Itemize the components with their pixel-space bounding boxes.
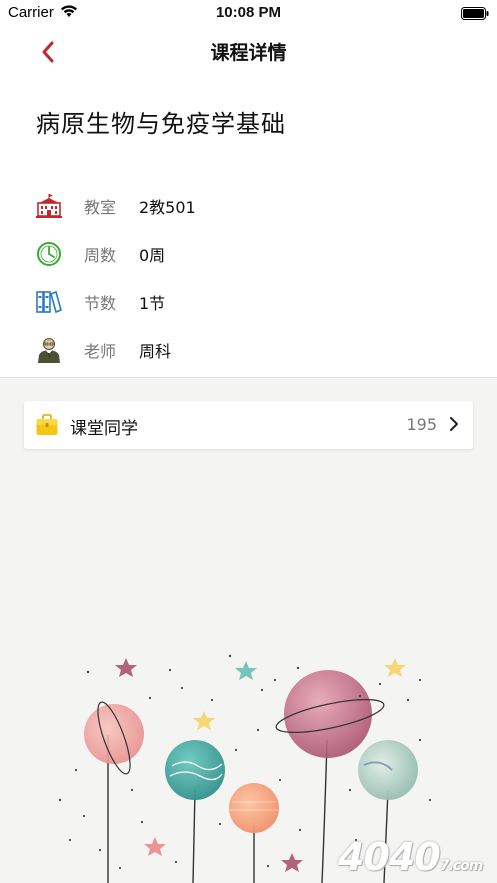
info-value: 2教501 xyxy=(139,198,196,217)
teacher-icon xyxy=(34,335,64,365)
info-row-weeks: 周数 0周 xyxy=(34,239,474,269)
clock-icon xyxy=(34,239,64,269)
watermark-logo: 40407.com xyxy=(338,835,484,879)
info-label: 老师 xyxy=(84,342,117,361)
watermark-text: 4040 xyxy=(338,835,441,879)
building-icon xyxy=(34,191,64,221)
info-label: 教室 xyxy=(84,198,117,217)
info-row-teacher: 老师 周科 xyxy=(34,335,474,365)
watermark-suffix: 7.com xyxy=(439,858,484,874)
info-value: 周科 xyxy=(139,342,172,361)
books-icon xyxy=(34,287,64,317)
section-divider xyxy=(0,377,497,378)
info-row-classroom: 教室 2教501 xyxy=(34,191,474,221)
info-label: 节数 xyxy=(84,294,117,313)
status-bar: Carrier 10:08 PM xyxy=(0,0,497,26)
classmates-count: 195 xyxy=(406,415,437,434)
page-title: 课程详情 xyxy=(210,42,287,64)
chevron-right-icon xyxy=(449,416,459,436)
info-row-periods: 节数 1节 xyxy=(34,287,474,317)
briefcase-icon xyxy=(35,413,59,441)
classmates-row[interactable]: 课堂同学 195 xyxy=(24,401,473,449)
battery-icon xyxy=(461,6,489,24)
course-title: 病原生物与免疫学基础 xyxy=(36,110,286,138)
info-label: 周数 xyxy=(84,246,117,265)
info-value: 0周 xyxy=(139,246,166,265)
clock-time: 10:08 PM xyxy=(215,4,282,21)
classmates-label: 课堂同学 xyxy=(70,419,138,439)
info-value: 1节 xyxy=(139,294,166,313)
navigation-bar: 课程详情 xyxy=(0,26,497,76)
